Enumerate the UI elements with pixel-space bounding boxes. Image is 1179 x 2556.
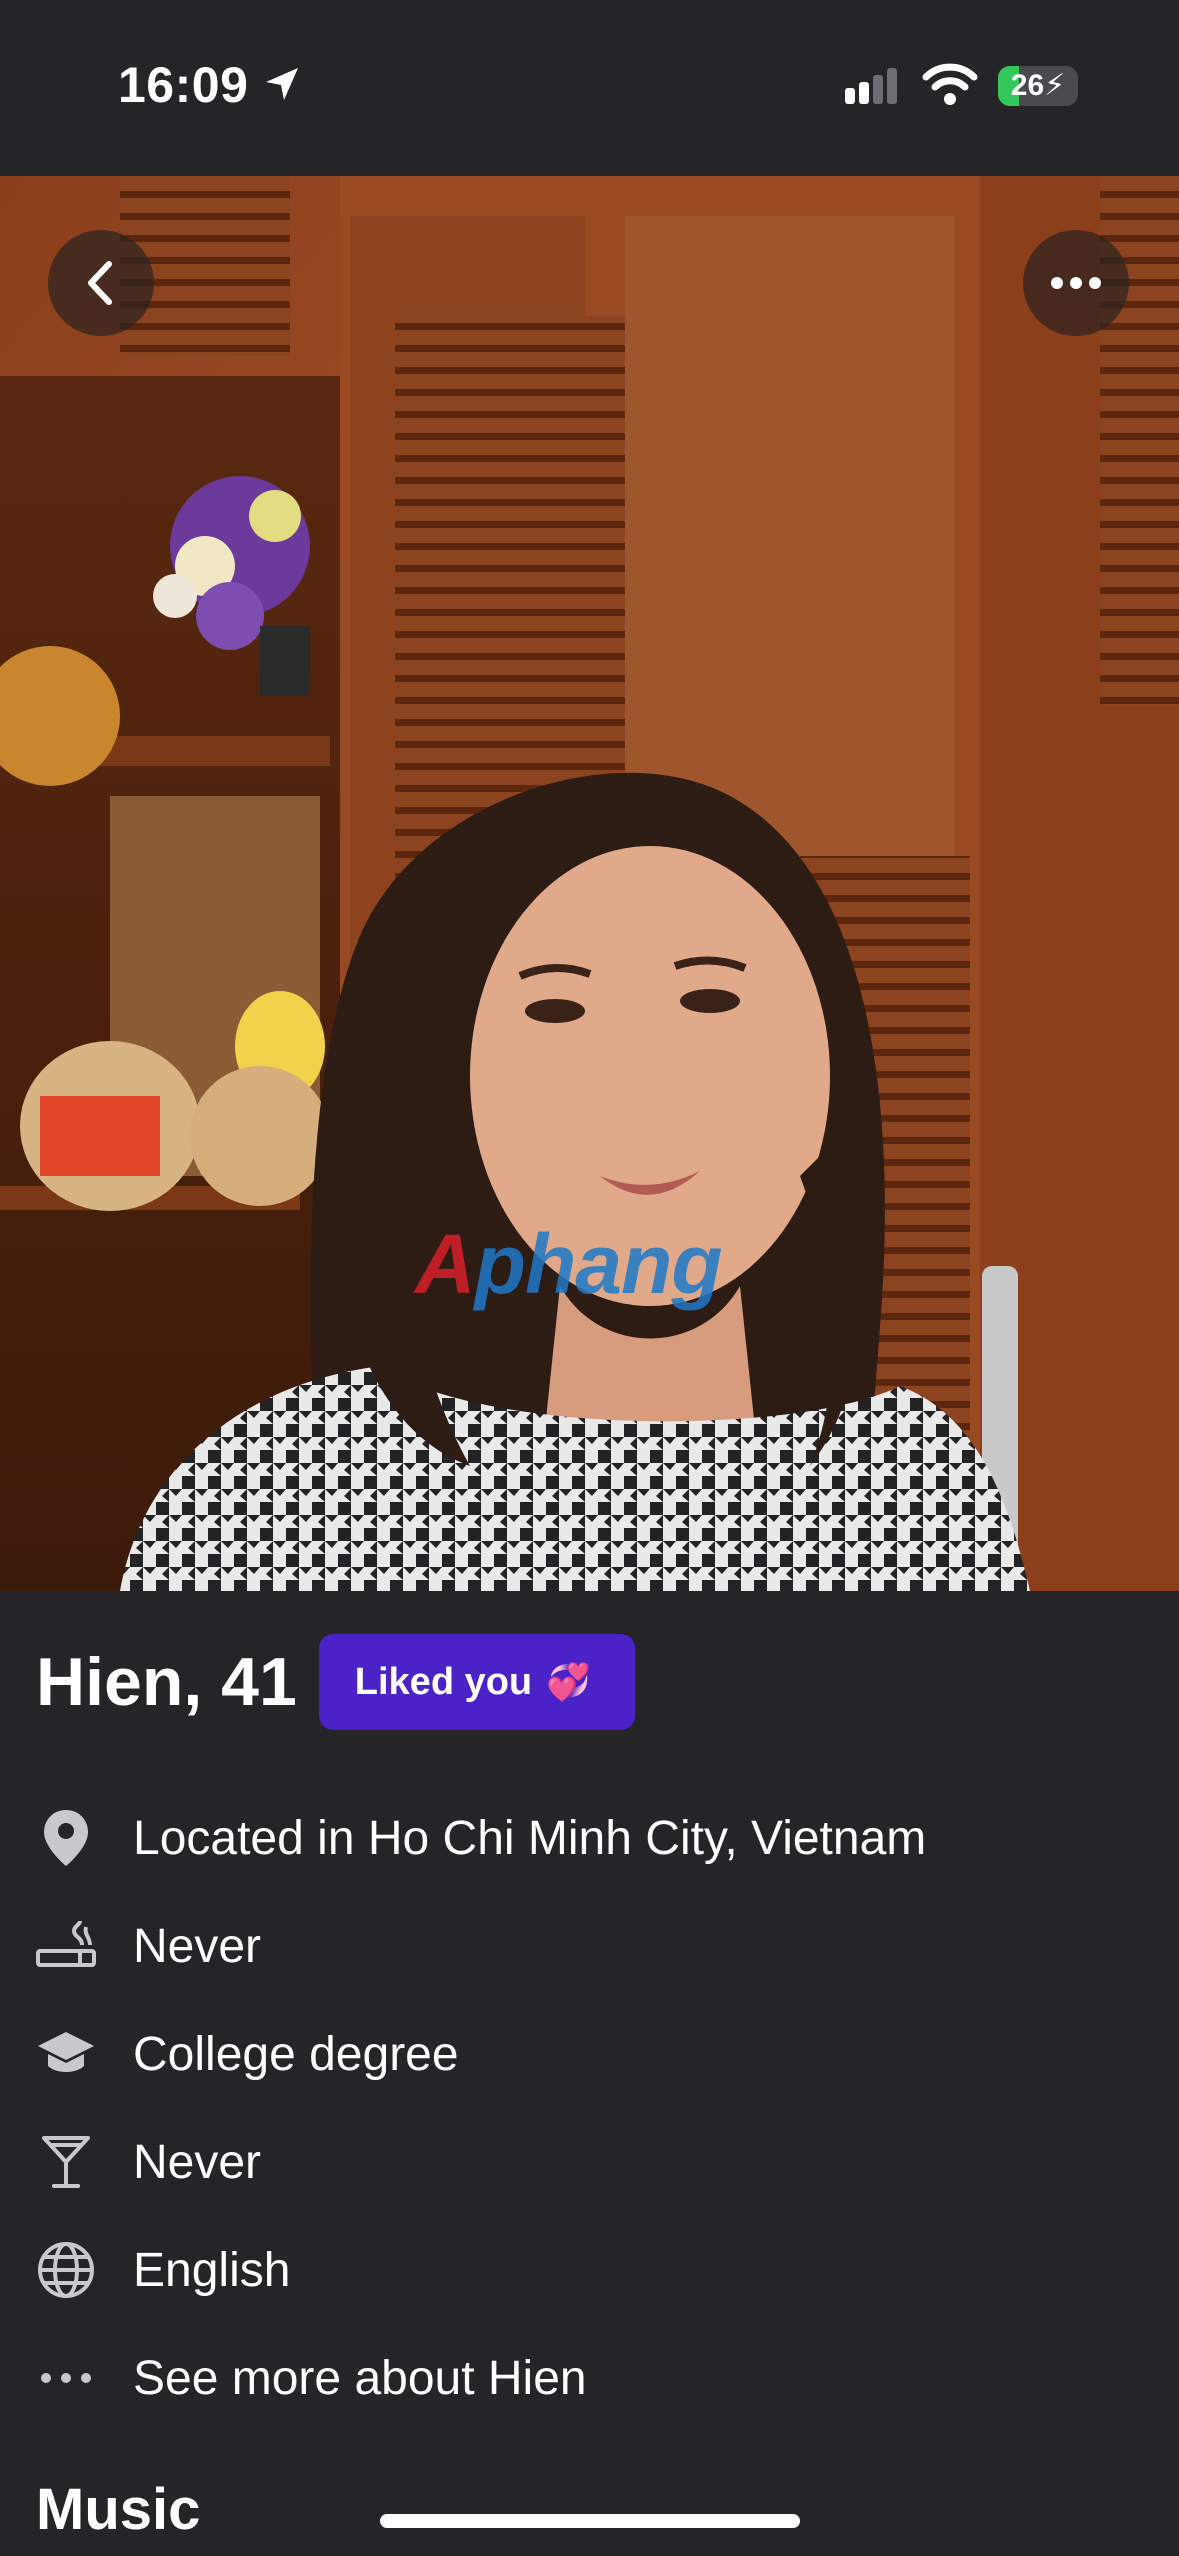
battery-level: 26⚡	[1010, 69, 1066, 102]
location-arrow-icon	[262, 64, 302, 109]
globe-icon	[34, 2238, 98, 2302]
location-pin-icon	[34, 1806, 98, 1870]
wifi-icon	[922, 62, 978, 111]
back-button[interactable]	[48, 230, 154, 336]
more-options-button[interactable]	[1023, 230, 1129, 336]
detail-drinking: Never	[0, 2108, 1179, 2216]
liked-you-badge: Liked you 💞	[318, 1634, 635, 1730]
detail-smoking-text: Never	[133, 1919, 262, 1973]
more-dots-icon	[34, 2346, 98, 2410]
detail-drinking-text: Never	[133, 2135, 262, 2189]
detail-location: Located in Ho Chi Minh City, Vietnam	[0, 1784, 1179, 1892]
status-time: 16:09	[118, 57, 249, 113]
profile-header: Hien, 41 Liked you 💞	[36, 1634, 635, 1730]
profile-name-age: Hien, 41	[36, 1644, 297, 1720]
see-more-text[interactable]: See more about Hien	[133, 2351, 587, 2406]
cellular-signal-icon	[843, 68, 903, 111]
detail-education: College degree	[0, 2000, 1179, 2108]
watermark: Aphang	[415, 1217, 723, 1311]
status-bar: 16:09 26⚡	[0, 0, 1179, 176]
smoking-icon	[34, 1914, 98, 1978]
detail-smoking: Never	[0, 1892, 1179, 2000]
home-indicator[interactable]	[380, 2514, 800, 2528]
chevron-left-icon	[81, 258, 121, 308]
two-hearts-icon: 💞	[546, 1661, 591, 1702]
liked-you-label: Liked you	[354, 1660, 533, 1703]
detail-language-text: English	[133, 2243, 291, 2297]
detail-location-text: Located in Ho Chi Minh City, Vietnam	[133, 1811, 927, 1865]
detail-language: English	[0, 2216, 1179, 2324]
graduation-cap-icon	[34, 2022, 98, 2086]
profile-details: Located in Ho Chi Minh City, Vietnam Nev…	[0, 1784, 1179, 2432]
music-section-title: Music	[36, 2477, 201, 2542]
battery-charging-icon: 26⚡	[998, 66, 1078, 106]
more-horizontal-icon	[1050, 276, 1102, 290]
cocktail-glass-icon	[34, 2130, 98, 2194]
detail-education-text: College degree	[133, 2027, 459, 2081]
profile-photo-image	[0, 176, 1179, 1591]
see-more-link[interactable]: See more about Hien	[0, 2324, 1179, 2432]
profile-photo[interactable]: Aphang	[0, 176, 1179, 1591]
